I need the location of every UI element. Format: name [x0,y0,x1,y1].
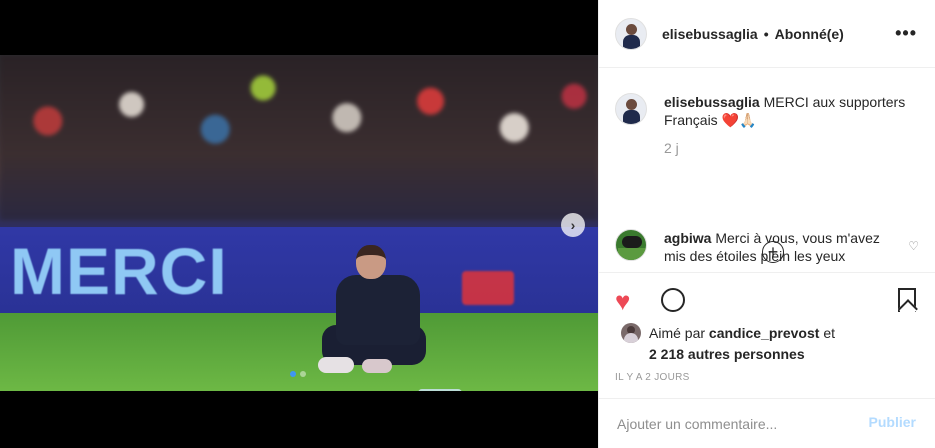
comment-item: agbiwa Merci à vous, vous m'avez mis des… [615,229,904,265]
likes-summary: Aimé par candice_prevost et 2 218 autres… [621,323,835,365]
follow-status-button[interactable]: Abonné(e) [775,26,844,42]
caption-text: elisebussaglia MERCI aux supporters Fran… [664,93,914,129]
author-username[interactable]: elisebussaglia [662,26,758,42]
carousel-dot-active [290,371,296,377]
caption-time[interactable]: 2 j [664,140,919,156]
author-avatar[interactable] [615,17,647,50]
liked-by-and: et [823,325,835,341]
post-time-ago[interactable]: IL Y A 2 JOURS [615,372,690,383]
caption-avatar[interactable] [615,93,647,125]
caption-username[interactable]: elisebussaglia [664,94,760,110]
likes-others[interactable]: 2 218 autres personnes [649,346,805,362]
next-photo-button[interactable]: › [561,213,585,237]
liked-by-prefix: Aimé par [649,325,706,341]
likes-text: Aimé par candice_prevost et 2 218 autres… [649,323,835,365]
bookmark-icon[interactable] [898,288,916,312]
post-header: elisebussaglia • Abonné(e) ••• [599,0,935,68]
carousel-dots [290,371,306,377]
liker-avatar[interactable] [621,323,641,343]
commenter-username[interactable]: agbiwa [664,230,711,246]
header-separator: • [763,25,769,42]
comment-text: agbiwa Merci à vous, vous m'avez mis des… [664,229,904,265]
post-side-panel: elisebussaglia • Abonné(e) ••• elisebuss… [598,0,935,448]
photo-crowd [0,55,598,220]
photo-board-text: MERCI [10,234,228,308]
publish-button[interactable]: Publier [869,414,916,430]
more-options-icon[interactable]: ••• [895,24,917,42]
comment-input[interactable] [617,416,857,432]
photo-red-sign [462,271,514,305]
commenter-avatar[interactable] [615,229,647,261]
comment-bubble-icon[interactable] [661,288,685,312]
caption: elisebussaglia MERCI aux supporters Fran… [615,93,919,129]
post-actions: ♥ Aimé par candice_prevost et 2 218 autr… [599,274,935,399]
photo-player [318,245,438,391]
photo-pitch [0,313,598,391]
photo-water-bottle [418,389,462,391]
post-photo[interactable]: MERCI [0,55,598,391]
comment-like-icon[interactable]: ♡ [908,239,919,253]
liked-by-user[interactable]: candice_prevost [709,325,820,341]
add-comment-bar: Publier [599,400,935,448]
media-area: MERCI › [0,0,598,448]
carousel-dot [300,371,306,377]
like-heart-icon[interactable]: ♥ [615,288,630,314]
chevron-right-icon: › [570,217,576,233]
